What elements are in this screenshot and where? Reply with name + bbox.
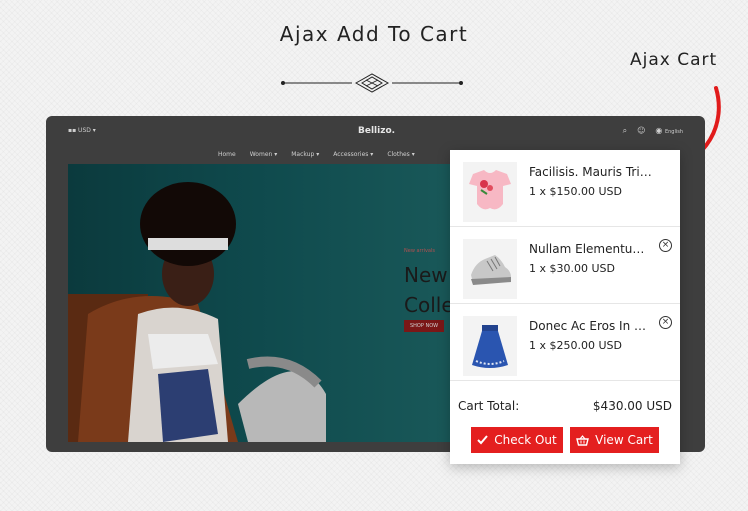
nav-item-women[interactable]: Women ▾ <box>250 151 278 158</box>
cart-total-value: $430.00 USD <box>592 399 672 413</box>
blue-skirt-icon <box>472 325 508 368</box>
item-name[interactable]: Nullam Elementum ... <box>529 242 653 256</box>
item-name[interactable]: Facilisis. Mauris Tristi... <box>529 165 653 179</box>
item-price: 1 x $250.00 USD <box>529 339 622 352</box>
hero-title: New Colle <box>404 263 454 317</box>
product-image[interactable] <box>463 162 517 222</box>
basket-icon <box>576 434 590 446</box>
nav-item-mackup[interactable]: Mackup ▾ <box>291 151 319 158</box>
shop-now-button[interactable]: SHOP NOW <box>404 320 445 332</box>
item-price: 1 x $150.00 USD <box>529 185 622 198</box>
cart-total-label: Cart Total: <box>458 399 520 413</box>
cart-item: Facilisis. Mauris Tristi... 1 x $150.00 … <box>450 150 680 227</box>
view-cart-button[interactable]: View Cart <box>570 427 659 453</box>
store-logo[interactable]: Bellizo. <box>358 126 395 136</box>
remove-item-icon[interactable]: × <box>659 239 672 252</box>
checkmark-icon <box>477 435 489 445</box>
ajax-cart-callout: Ajax Cart <box>630 50 718 70</box>
pink-top-icon <box>469 170 511 210</box>
page-heading: Ajax Add To Cart <box>279 22 469 46</box>
nav-item-clothes[interactable]: Clothes ▾ <box>387 151 414 158</box>
site-header: ▪▪ USD ▾ Bellizo. ⌕ ☺ ◉ English <box>46 116 705 152</box>
main-nav: Home Women ▾ Mackup ▾ Accessories ▾ Clot… <box>218 151 415 158</box>
cart-total: Cart Total: $430.00 USD <box>458 399 672 413</box>
user-icon[interactable]: ☺ <box>637 126 645 136</box>
item-name[interactable]: Donec Ac Eros In Dui... <box>529 319 653 333</box>
product-image[interactable] <box>463 239 517 299</box>
cart-dropdown: Facilisis. Mauris Tristi... 1 x $150.00 … <box>450 150 680 464</box>
sneaker-icon <box>471 255 511 285</box>
search-icon[interactable]: ⌕ <box>623 126 627 136</box>
hero-banner: New arrivals New Colle SHOP NOW <box>68 164 488 442</box>
model-image <box>68 182 326 442</box>
remove-item-icon[interactable]: × <box>659 316 672 329</box>
cart-item: Donec Ac Eros In Dui... 1 x $250.00 USD … <box>450 304 680 381</box>
item-price: 1 x $30.00 USD <box>529 262 615 275</box>
language-selector[interactable]: ◉ English <box>655 126 683 136</box>
hero-tag: New arrivals <box>404 248 435 254</box>
ornament-divider-icon <box>281 73 463 93</box>
nav-item-accessories[interactable]: Accessories ▾ <box>333 151 373 158</box>
product-image[interactable] <box>463 316 517 376</box>
checkout-button[interactable]: Check Out <box>471 427 563 453</box>
nav-item-home[interactable]: Home <box>218 151 236 158</box>
currency-selector[interactable]: ▪▪ USD ▾ <box>68 127 96 134</box>
cart-item: Nullam Elementum ... 1 x $30.00 USD × <box>450 227 680 304</box>
